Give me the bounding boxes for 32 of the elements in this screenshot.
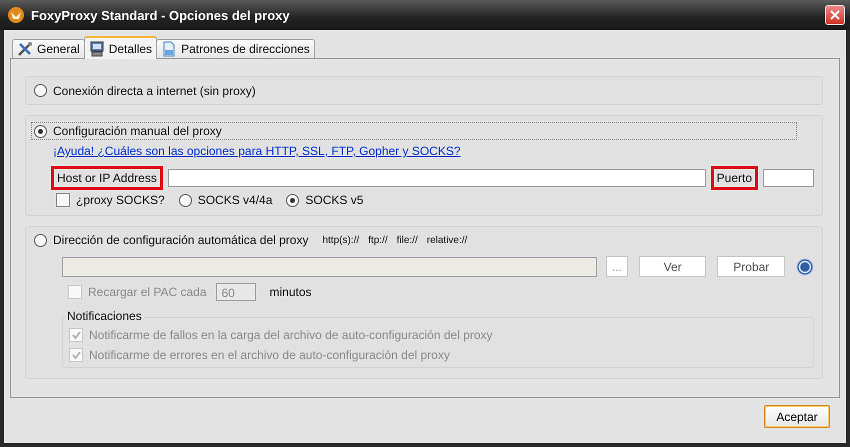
tab[interactable]: Detalles <box>84 36 158 59</box>
checkbox-option[interactable]: ¿proxy SOCKS? <box>56 193 165 207</box>
tab[interactable]: Patrones de direcciones <box>156 39 315 58</box>
scheme-label: relative:// <box>426 234 468 246</box>
pac-url-input[interactable] <box>62 256 597 276</box>
document-icon <box>161 41 178 57</box>
radio-option[interactable]: SOCKS v5 <box>286 193 364 207</box>
tab[interactable]: General <box>12 39 85 58</box>
radio-option[interactable]: Conexión directa a internet (sin proxy) <box>34 84 256 98</box>
group-title: Notificaciones <box>65 309 144 323</box>
host-label: Host or IP Address <box>51 166 163 190</box>
help-link[interactable]: ¡Ayuda! ¿Cuáles son las opciones para HTTP, SSL, FTP, Gopher y SOCKS? <box>53 144 461 158</box>
radio-option[interactable]: Dirección de configuración automática del proxy <box>34 233 308 247</box>
action-button[interactable]: Probar <box>717 256 786 277</box>
accept-button[interactable]: Aceptar <box>764 405 830 428</box>
host-input[interactable] <box>168 169 706 187</box>
scheme-label: ftp:// <box>368 234 388 246</box>
radio-option[interactable]: Configuración manual del proxy <box>31 122 797 140</box>
scheme-label: file:// <box>396 234 418 246</box>
port-input[interactable] <box>763 169 814 187</box>
window-title: FoxyProxy Standard - Opciones del proxy <box>31 8 291 22</box>
computer-icon <box>88 40 105 56</box>
scheme-label: http(s):// <box>322 234 360 246</box>
unit-label: minutos <box>270 285 312 299</box>
action-button[interactable]: Ver <box>638 256 706 277</box>
close-button[interactable] <box>825 5 845 25</box>
check-icon <box>72 330 80 340</box>
close-icon <box>830 10 840 20</box>
radio-option[interactable]: SOCKS v4/4a <box>178 193 272 207</box>
port-label: Puerto <box>710 166 758 190</box>
tools-icon <box>17 41 33 57</box>
check-icon <box>72 350 80 360</box>
